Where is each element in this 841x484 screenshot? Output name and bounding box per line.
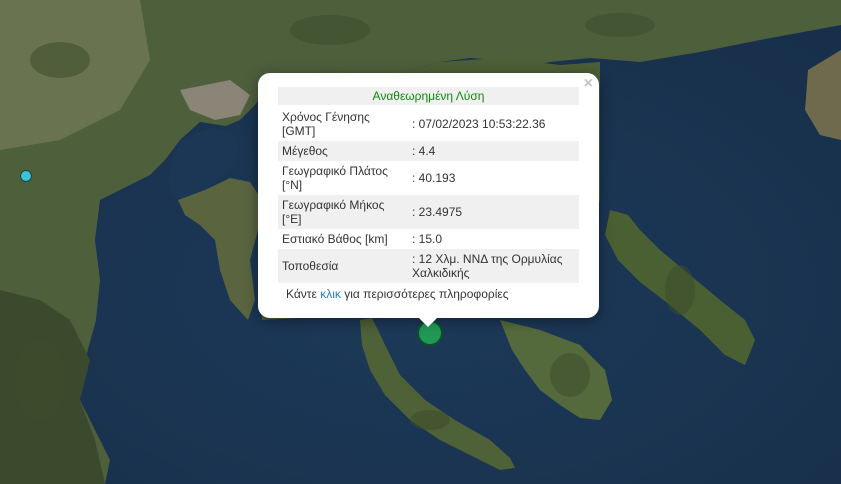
footer-suffix: για περισσότερες πληροφορίες [340,287,509,301]
popup-tip [418,317,438,327]
table-row: Γεωγραφικό Πλάτος [°N] : 40.193 [278,161,579,195]
magnitude-value: : 4.4 [408,141,579,161]
origin-time-value: : 07/02/2023 10:53:22.36 [412,117,546,131]
location-label: Τοποθεσία [278,249,408,283]
table-row: Μέγεθος : 4.4 [278,141,579,161]
magnitude-label: Μέγεθος [278,141,408,161]
depth-label: Εστιακό Βάθος [km] [282,232,388,246]
popup-footer: Κάντε κλικ για περισσότερες πληροφορίες [278,287,579,301]
longitude-label: Γεωγραφικό Μήκος [°E] [278,195,408,229]
popup-content: Αναθεωρημένη Λύση Χρόνος Γένησης [GMT] :… [278,87,579,301]
location-value: : 12 Χλμ. ΝΝΔ της Ορμυλίας Χαλκιδικής [408,249,579,283]
table-row: Γεωγραφικό Μήκος [°E] : 23.4975 [278,195,579,229]
latitude-label: Γεωγραφικό Πλάτος [°N] [282,164,388,192]
depth-value: : 15.0 [412,232,443,246]
footer-prefix: Κάντε [286,287,321,301]
longitude-value: : 23.4975 [408,195,579,229]
earthquake-details-table: Χρόνος Γένησης [GMT] : 07/02/2023 10:53:… [278,107,579,283]
table-row: Χρόνος Γένησης [GMT] : 07/02/2023 10:53:… [278,107,579,141]
popup-title: Αναθεωρημένη Λύση [278,87,579,105]
table-row: Τοποθεσία : 12 Χλμ. ΝΝΔ της Ορμυλίας Χαλ… [278,249,579,283]
earthquake-popup: × Αναθεωρημένη Λύση Χρόνος Γένησης [GMT]… [258,73,599,318]
more-info-link[interactable]: κλικ [320,287,341,301]
latitude-value: : 40.193 [412,171,456,185]
close-icon[interactable]: × [584,75,593,93]
origin-time-label: Χρόνος Γένησης [GMT] [282,110,370,138]
earthquake-marker-small[interactable] [20,170,32,182]
table-row: Εστιακό Βάθος [km] : 15.0 [278,229,579,249]
